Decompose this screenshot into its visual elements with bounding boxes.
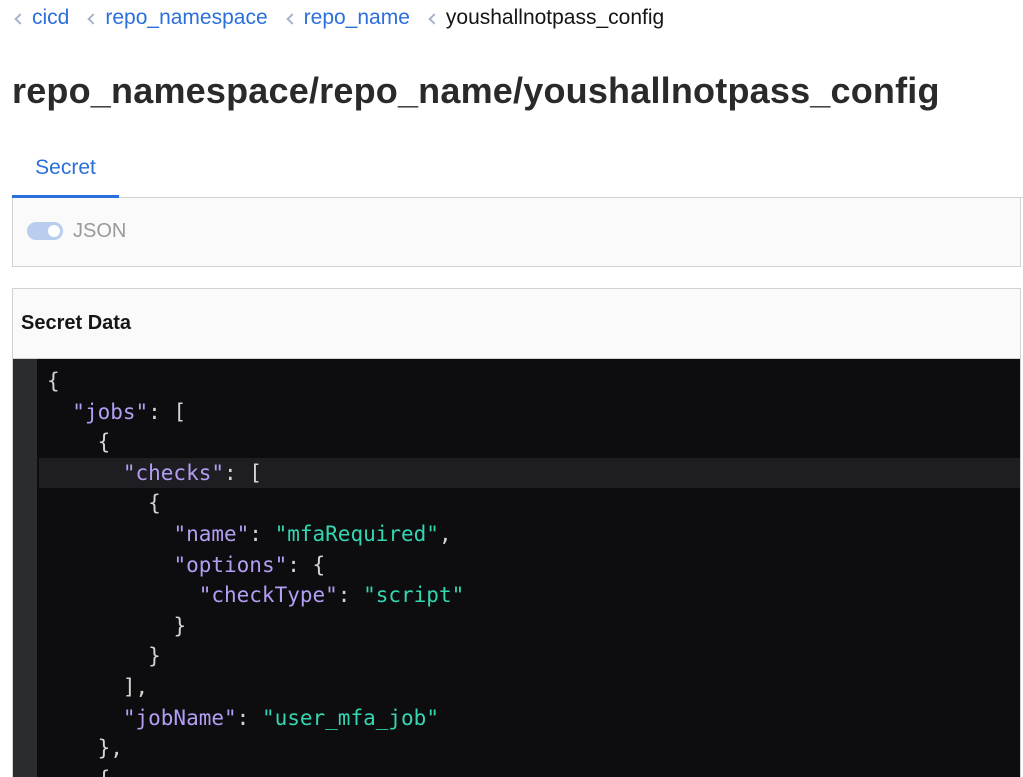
chevron-left-icon	[85, 5, 99, 31]
json-punctuation: {	[98, 767, 111, 777]
json-punctuation: : [	[148, 399, 187, 424]
json-punctuation: }	[173, 613, 187, 638]
chevron-left-icon	[284, 5, 298, 31]
tab-bar: Secret	[12, 140, 1023, 198]
code-line: }	[39, 641, 1020, 672]
json-punctuation: :	[337, 583, 364, 608]
code-line: "name": "mfaRequired",	[39, 519, 1020, 550]
json-punctuation: },	[97, 736, 123, 761]
code-line: {	[39, 366, 1020, 397]
json-key: "name"	[173, 521, 250, 546]
code-editor[interactable]: { "jobs": [ { "checks": [ { "name": "mfa…	[13, 359, 1020, 777]
code-line: },	[39, 733, 1020, 764]
breadcrumb-link-cicd[interactable]: cicd	[32, 6, 69, 30]
json-punctuation: {	[47, 369, 60, 393]
json-punctuation: :	[236, 705, 262, 730]
breadcrumb-item-repo-name[interactable]: repo_name	[284, 5, 426, 31]
json-punctuation: }	[148, 644, 161, 669]
code-line: "checkType": "script"	[39, 580, 1020, 611]
json-key: "jobName"	[122, 705, 237, 730]
json-punctuation: {	[148, 491, 161, 516]
code-line: {	[39, 427, 1020, 458]
json-punctuation: :	[249, 521, 275, 546]
code-line: "options": {	[39, 550, 1020, 581]
json-toggle-switch[interactable]	[27, 222, 63, 240]
json-punctuation: ],	[122, 674, 149, 699]
code-line: {	[39, 764, 1020, 777]
json-key: "options"	[173, 552, 288, 577]
code-line: {	[39, 488, 1020, 519]
code-line: "jobs": [	[39, 397, 1020, 428]
breadcrumb-current: youshallnotpass_config	[445, 6, 665, 29]
breadcrumb: cicd repo_namespace repo_name youshallno…	[12, 5, 664, 31]
secret-data-title: Secret Data	[13, 289, 1020, 359]
json-punctuation: ,	[438, 521, 452, 546]
code-line: "checks": [	[39, 457, 1020, 489]
json-key: "checkType"	[198, 583, 338, 608]
code-line: "jobName": "user_mfa_job"	[39, 703, 1020, 734]
chevron-left-icon	[12, 5, 26, 31]
json-string: "mfaRequired"	[274, 521, 439, 546]
tab-secret[interactable]: Secret	[12, 140, 119, 198]
json-punctuation: : [	[224, 460, 262, 485]
secret-data-panel: Secret Data { "jobs": [ { "checks": [ { …	[12, 288, 1021, 777]
editor-gutter	[13, 359, 37, 777]
breadcrumb-item-cicd[interactable]: cicd	[12, 5, 85, 31]
breadcrumb-link-repo-namespace[interactable]: repo_namespace	[105, 6, 267, 30]
breadcrumb-item-current: youshallnotpass_config	[426, 5, 664, 31]
page-title: repo_namespace/repo_name/youshallnotpass…	[12, 70, 940, 111]
json-string: "user_mfa_job"	[261, 705, 439, 730]
code-line: ],	[39, 672, 1020, 703]
code-lines[interactable]: { "jobs": [ { "checks": [ { "name": "mfa…	[39, 366, 1020, 777]
json-key: "jobs"	[72, 399, 149, 424]
json-string: "script"	[363, 583, 465, 608]
breadcrumb-item-repo-namespace[interactable]: repo_namespace	[85, 5, 283, 31]
json-key: "checks"	[122, 460, 225, 485]
breadcrumb-link-repo-name[interactable]: repo_name	[304, 6, 410, 30]
chevron-left-icon	[426, 5, 440, 31]
json-toggle-label: JSON	[73, 220, 127, 242]
toggle-knob	[48, 225, 60, 237]
code-line: }	[39, 611, 1020, 642]
json-punctuation: {	[97, 430, 111, 455]
json-toggle-bar: JSON	[12, 198, 1021, 267]
json-punctuation: : {	[287, 552, 326, 577]
